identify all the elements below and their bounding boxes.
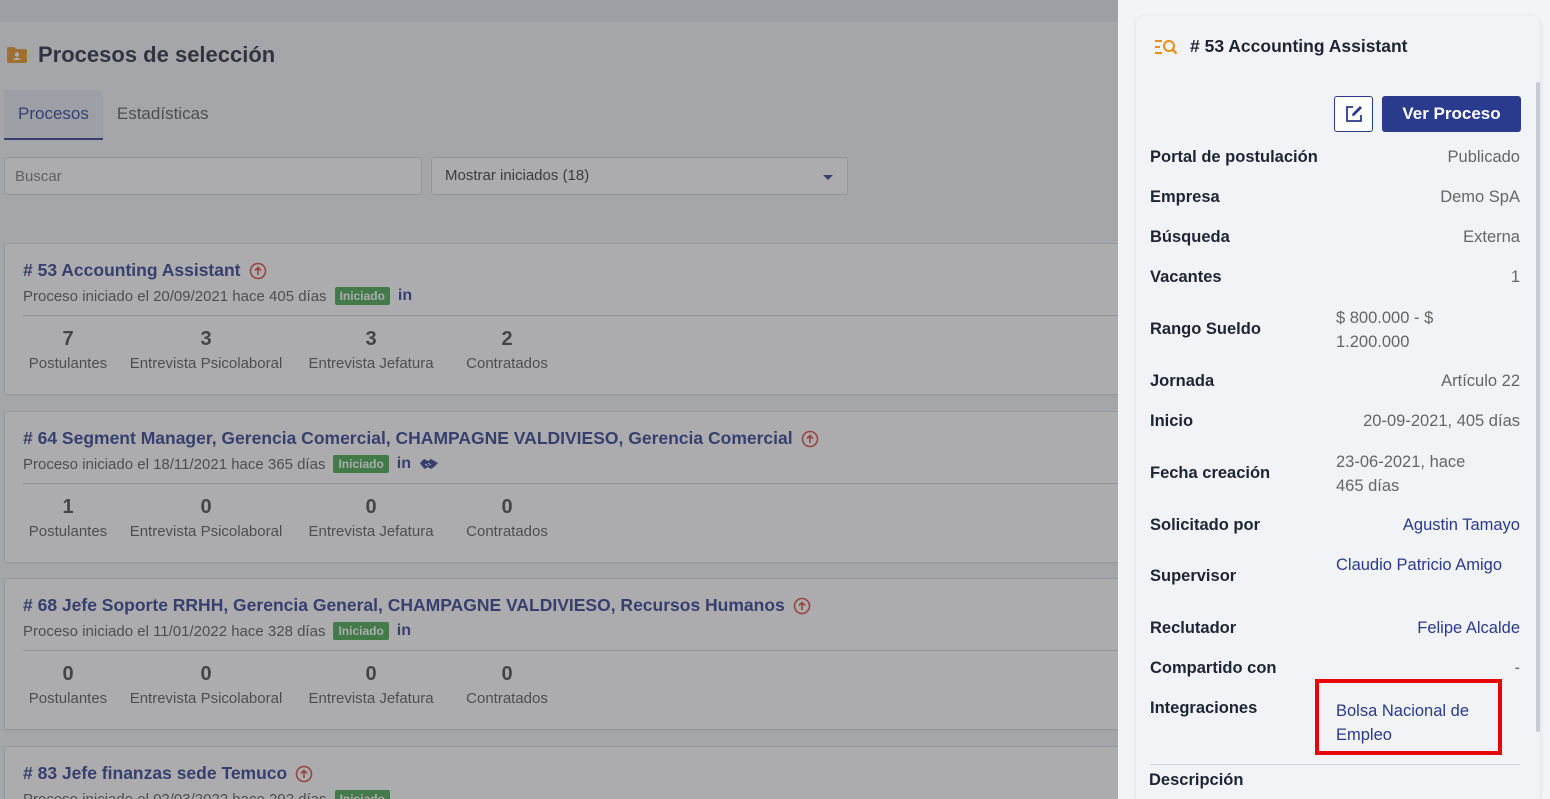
drawer-title: # 53 Accounting Assistant	[1190, 36, 1408, 56]
process-detail-panel: # 53 Accounting Assistant Ver Proceso Po…	[1136, 16, 1540, 799]
divider	[1150, 764, 1520, 765]
view-process-button[interactable]: Ver Proceso	[1382, 96, 1521, 132]
edit-icon	[1345, 106, 1362, 122]
highlight-box	[1315, 679, 1502, 755]
edit-button[interactable]	[1334, 96, 1373, 132]
modal-backdrop[interactable]	[0, 0, 1120, 799]
supervisor-link[interactable]: Claudio Patricio Amigo	[1336, 553, 1504, 577]
description-label: Descripción	[1149, 771, 1244, 789]
scrollbar[interactable]	[1536, 82, 1540, 732]
requester-link[interactable]: Agustin Tamayo	[1403, 516, 1520, 535]
drawer-header: # 53 Accounting Assistant	[1154, 36, 1408, 57]
process-detail-drawer: # 53 Accounting Assistant Ver Proceso Po…	[1118, 0, 1550, 799]
recruiter-link[interactable]: Felipe Alcalde	[1417, 619, 1520, 638]
search-list-icon	[1154, 38, 1178, 56]
